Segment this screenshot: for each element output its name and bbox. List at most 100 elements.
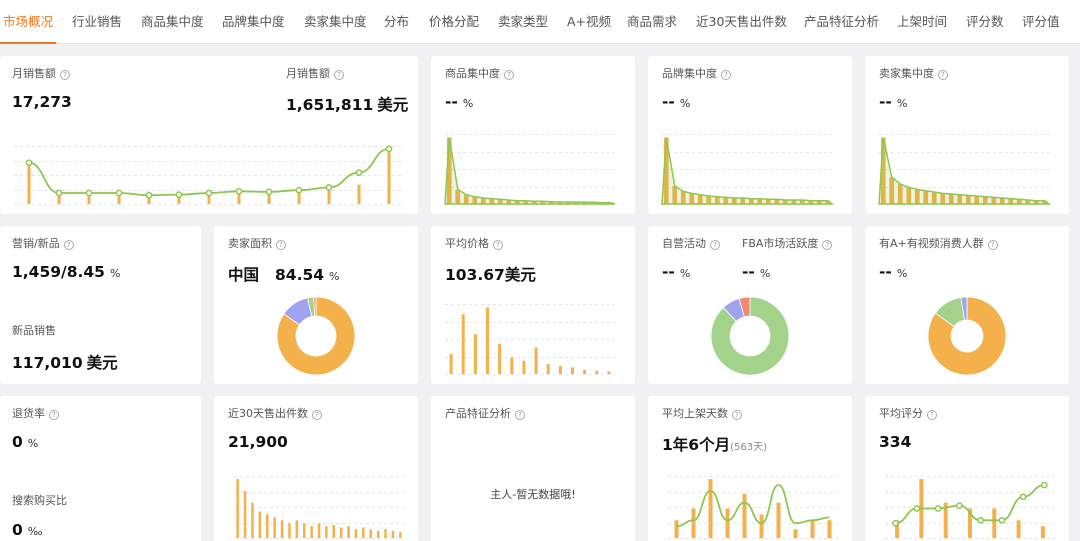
bar (399, 532, 402, 538)
tab-industry-sales[interactable]: 行业销售 (72, 11, 122, 30)
help-icon[interactable]: ? (987, 240, 998, 250)
line-point (295, 186, 303, 194)
line-point (235, 187, 243, 195)
bar (325, 526, 328, 538)
tab-product-demand[interactable]: 商品需求 (627, 11, 677, 30)
help-icon[interactable]: ? (721, 70, 731, 80)
bar (473, 334, 477, 374)
help-icon[interactable]: ? (49, 410, 59, 420)
seller-conc-label: 卖家集中度? (879, 65, 948, 81)
line-point (977, 516, 984, 524)
tab-price-distribution[interactable]: 价格分配 (429, 11, 479, 30)
bar (1016, 520, 1021, 538)
tab-market-overview[interactable]: 市场概况 (3, 11, 53, 30)
avg-days-label: 平均上架天数? (662, 405, 742, 421)
product-concentration-chart (444, 134, 616, 205)
tab-feature-analysis[interactable]: 产品特征分析 (804, 11, 879, 30)
tab-aplus-video[interactable]: A+视频 (567, 11, 611, 30)
tab-30day-sold[interactable]: 近30天售出件数 (696, 11, 787, 30)
aplus-value: --% (879, 263, 908, 281)
help-icon[interactable]: ? (276, 240, 286, 250)
bar (280, 520, 284, 538)
tab-rating-value[interactable]: 评分值 (1022, 11, 1060, 30)
aplus-label: 有A+有视频消费人群? (879, 235, 998, 251)
self-op-donut (710, 296, 790, 376)
seller-area-value: 中国 84.54% (228, 266, 340, 284)
sold-30d-chart (234, 476, 404, 539)
seller-conc-value: --% (879, 93, 908, 111)
help-icon[interactable]: ? (938, 70, 948, 80)
bar (674, 520, 679, 538)
help-icon[interactable]: ? (732, 410, 742, 420)
bar (310, 526, 313, 538)
help-icon[interactable]: ? (710, 240, 720, 250)
avg-rating-label: 平均评分? (879, 405, 937, 421)
help-icon[interactable]: ? (515, 410, 525, 420)
new-product-sales-value: 117,010 美元 (12, 354, 118, 372)
bar (498, 344, 502, 374)
line-point (1041, 481, 1048, 489)
bar (510, 357, 514, 374)
bar (27, 165, 31, 204)
avg-days-value: 1年6个月(563天) (662, 436, 767, 454)
monthly-sales-chart (14, 145, 404, 205)
card-seller-area: 卖家面积? 中国 84.54% (214, 226, 418, 384)
bar (357, 184, 361, 204)
bar (327, 190, 331, 204)
bar (558, 366, 562, 374)
tab-seller-type[interactable]: 卖家类型 (498, 11, 548, 30)
tab-listing-time[interactable]: 上架时间 (897, 11, 947, 30)
card-feature-analysis: 产品特征分析? 主人-暂无数据哦! (431, 396, 635, 541)
return-rate-label: 退货率? (12, 405, 59, 421)
sold-30d-value: 21,900 (228, 433, 288, 451)
bar (236, 479, 239, 538)
bar (776, 502, 781, 538)
card-marketing-new: 营销/新品? 1,459/8.45% 新品销售 117,010 美元 (0, 226, 201, 384)
card-aplus-video: 有A+有视频消费人群? --% (865, 226, 1069, 384)
help-icon[interactable]: ? (822, 240, 833, 250)
help-icon[interactable]: ? (60, 70, 70, 80)
bar (387, 148, 391, 204)
card-avg-listing-days: 平均上架天数? 1年6个月(563天) (648, 396, 852, 541)
bar (354, 529, 358, 538)
line-point (265, 188, 273, 196)
line-point (998, 516, 1006, 524)
bar (339, 527, 343, 538)
bar (742, 493, 747, 538)
tab-distribution[interactable]: 分布 (384, 11, 409, 30)
tab-brand-concentration[interactable]: 品牌集中度 (222, 11, 285, 30)
avg-price-value: 103.67美元 (445, 266, 536, 284)
help-icon[interactable]: ? (312, 410, 322, 420)
line-point (55, 189, 63, 197)
empty-state-message: 主人-暂无数据哦! (490, 488, 576, 501)
help-icon[interactable]: ? (63, 240, 74, 250)
line-point (205, 189, 213, 197)
help-icon[interactable]: ? (504, 70, 514, 80)
avg-price-label: 平均价格? (445, 235, 503, 251)
avg-price-chart (445, 304, 615, 375)
card-return-rate: 退货率? 0% 搜索购买比 0 ‰ (0, 396, 201, 541)
help-icon[interactable]: ? (334, 70, 344, 80)
line-point (325, 184, 333, 191)
card-brand-concentration: 品牌集中度? --% (648, 56, 852, 214)
help-icon[interactable]: ? (493, 240, 503, 250)
seller-concentration-chart (878, 134, 1052, 205)
tab-bar: 市场概况 行业销售 商品集中度 品牌集中度 卖家集中度 分布 价格分配 卖家类型… (0, 0, 1080, 44)
monthly-sales-label: 月销售额? (12, 65, 70, 81)
seller-area-donut (276, 296, 356, 376)
tab-rating-count[interactable]: 评分数 (966, 11, 1004, 30)
tab-seller-concentration[interactable]: 卖家集中度 (304, 11, 367, 30)
line-point (145, 191, 153, 199)
line-point (913, 505, 921, 512)
help-icon[interactable]: ? (927, 410, 937, 420)
series-area (444, 137, 616, 205)
brand-concentration-chart (661, 134, 835, 205)
search-buy-ratio-label: 搜索购买比 (12, 494, 67, 507)
seller-area-label: 卖家面积? (228, 235, 286, 251)
tab-product-concentration[interactable]: 商品集中度 (141, 11, 204, 30)
bar (273, 517, 276, 538)
bar (251, 502, 254, 538)
bar (303, 523, 306, 538)
bar (391, 530, 395, 538)
new-product-sales-label: 新品销售 (12, 324, 56, 337)
